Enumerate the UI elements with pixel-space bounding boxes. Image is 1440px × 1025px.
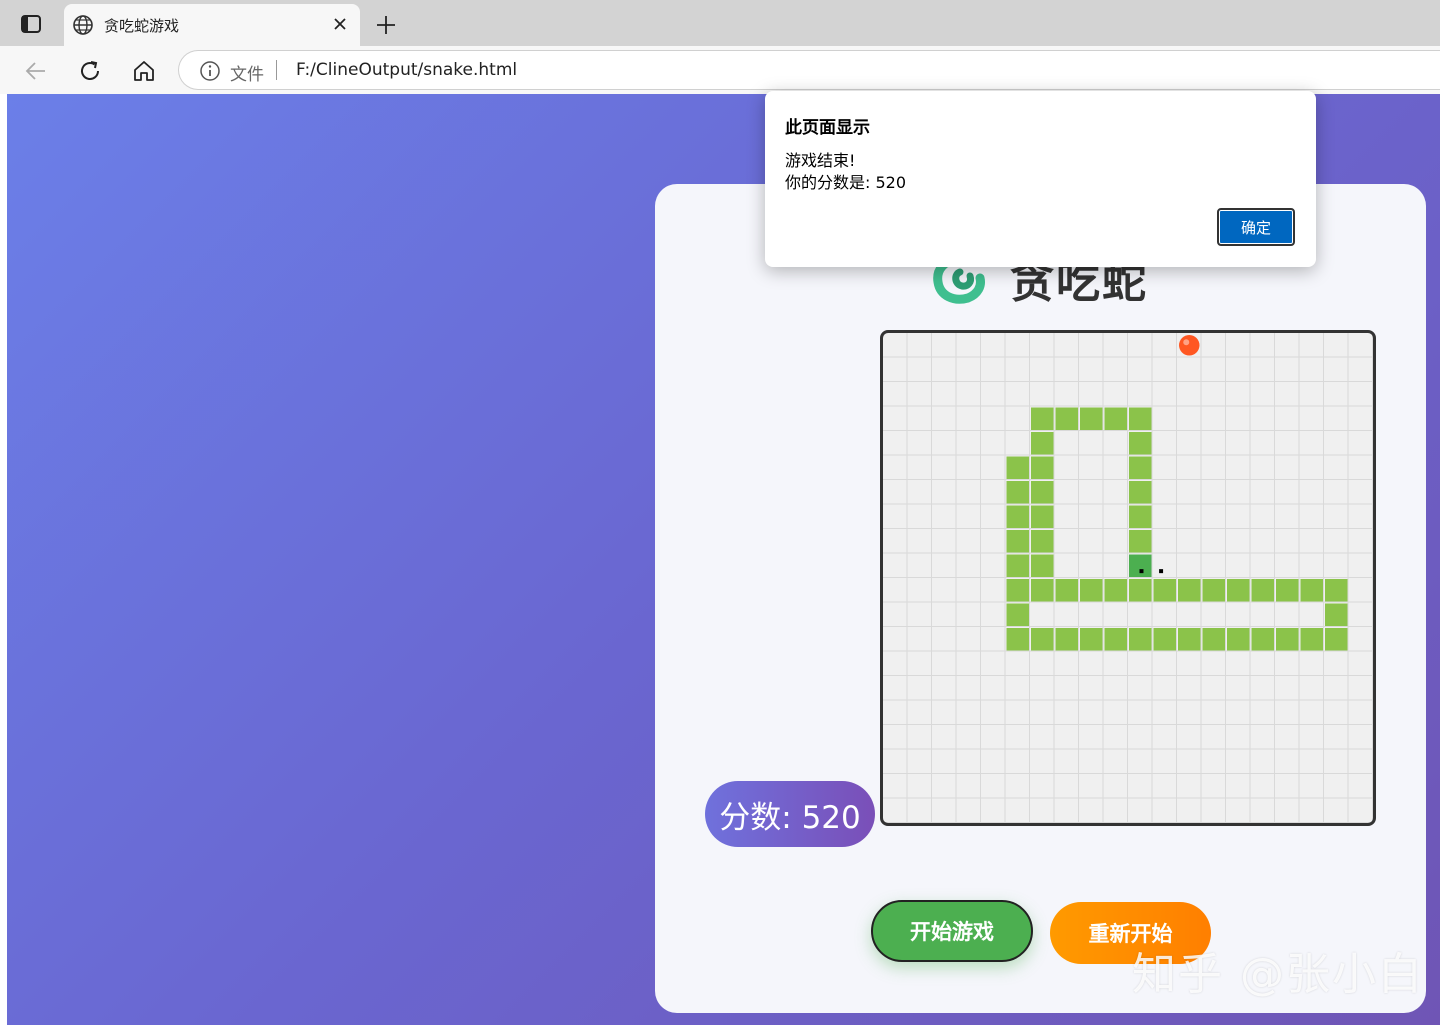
snake-segment bbox=[1178, 628, 1201, 651]
snake-segment bbox=[1006, 530, 1029, 553]
snake-segment bbox=[1300, 579, 1323, 602]
snake-segment bbox=[1129, 579, 1152, 602]
close-icon[interactable] bbox=[330, 14, 350, 34]
snake-head bbox=[1129, 554, 1152, 577]
snake-segment bbox=[1104, 628, 1127, 651]
game-board[interactable] bbox=[880, 330, 1376, 826]
alert-dialog: 此页面显示 游戏结束! 你的分数是: 520 确定 bbox=[765, 91, 1316, 267]
tab-title: 贪吃蛇游戏 bbox=[104, 17, 180, 35]
snake-segment bbox=[1031, 530, 1054, 553]
snake-segment bbox=[1325, 603, 1348, 626]
dialog-message-line2: 你的分数是: 520 bbox=[785, 173, 907, 192]
snake-segment bbox=[1129, 505, 1152, 528]
browser-tab[interactable]: 贪吃蛇游戏 bbox=[64, 4, 360, 46]
game-board-canvas bbox=[1006, 335, 1348, 651]
snake-segment bbox=[1006, 456, 1029, 479]
snake-segment bbox=[1129, 530, 1152, 553]
snake-segment bbox=[1031, 481, 1054, 504]
snake-segment bbox=[1006, 505, 1029, 528]
score-display: 分数: 520 bbox=[705, 781, 875, 847]
snake-segment bbox=[1006, 579, 1029, 602]
snake-segment bbox=[1129, 628, 1152, 651]
snake-segment bbox=[1080, 407, 1103, 430]
snake-segment bbox=[1325, 628, 1348, 651]
info-icon[interactable] bbox=[199, 60, 221, 82]
food-highlight bbox=[1183, 339, 1190, 346]
snake-segment bbox=[1031, 579, 1054, 602]
snake-segment bbox=[1202, 579, 1225, 602]
tab-actions-icon[interactable] bbox=[14, 10, 48, 38]
snake-segment bbox=[1031, 407, 1054, 430]
address-prefix: 文件 bbox=[230, 65, 264, 85]
globe-icon bbox=[73, 15, 93, 35]
snake-segment bbox=[1080, 579, 1103, 602]
snake-segment bbox=[1325, 579, 1348, 602]
watermark: 知乎 @张小白 bbox=[1132, 949, 1424, 1000]
snake-segment bbox=[1276, 579, 1299, 602]
snake-segment bbox=[1031, 432, 1054, 455]
url-text[interactable]: F:/ClineOutput/snake.html bbox=[296, 60, 517, 80]
snake-segment bbox=[1129, 407, 1152, 430]
snake-segment bbox=[1202, 628, 1225, 651]
address-bar[interactable]: 文件 F:/ClineOutput/snake.html bbox=[178, 50, 1440, 90]
snake-segment bbox=[1129, 456, 1152, 479]
snake-segment bbox=[1129, 481, 1152, 504]
snake-segment bbox=[1300, 628, 1323, 651]
address-separator bbox=[276, 60, 277, 80]
snake-segment bbox=[1055, 407, 1078, 430]
snake-segment bbox=[1276, 628, 1299, 651]
snake-segment bbox=[1031, 456, 1054, 479]
snake-segment bbox=[1227, 579, 1250, 602]
snake-segment bbox=[1251, 579, 1274, 602]
snake-segment bbox=[1178, 579, 1201, 602]
dialog-message-line1: 游戏结束! bbox=[785, 151, 856, 170]
snake-segment bbox=[1104, 579, 1127, 602]
home-icon[interactable] bbox=[131, 58, 157, 84]
snake-segment bbox=[1153, 628, 1176, 651]
game-card: 贪吃蛇 分数: 520 开始游戏 重新开始 bbox=[655, 184, 1426, 1013]
dialog-ok-button[interactable]: 确定 bbox=[1217, 208, 1295, 246]
snake-segment bbox=[1153, 579, 1176, 602]
browser-tab-strip: 贪吃蛇游戏 bbox=[0, 0, 1440, 46]
browser-toolbar: 文件 F:/ClineOutput/snake.html bbox=[0, 46, 1440, 94]
snake-segment bbox=[1251, 628, 1274, 651]
snake-segment bbox=[1104, 407, 1127, 430]
dialog-title: 此页面显示 bbox=[785, 118, 870, 138]
back-arrow-icon[interactable] bbox=[23, 58, 49, 84]
snake-segment bbox=[1006, 554, 1029, 577]
snake-segment bbox=[1080, 628, 1103, 651]
snake-segment bbox=[1031, 505, 1054, 528]
snake-segment bbox=[1227, 628, 1250, 651]
snake-segment bbox=[1006, 603, 1029, 626]
snake-eye bbox=[1139, 569, 1144, 574]
food-dot bbox=[1179, 335, 1200, 356]
snake-segment bbox=[1031, 554, 1054, 577]
snake-segment bbox=[1031, 628, 1054, 651]
new-tab-icon[interactable] bbox=[374, 13, 398, 37]
snake-segment bbox=[1006, 628, 1029, 651]
snake-segment bbox=[1055, 628, 1078, 651]
snake-segment bbox=[1055, 579, 1078, 602]
snake-segment bbox=[1129, 432, 1152, 455]
snake-segment bbox=[1006, 481, 1029, 504]
snake-eye bbox=[1159, 569, 1164, 574]
refresh-icon[interactable] bbox=[77, 58, 103, 84]
start-game-button[interactable]: 开始游戏 bbox=[871, 900, 1033, 962]
